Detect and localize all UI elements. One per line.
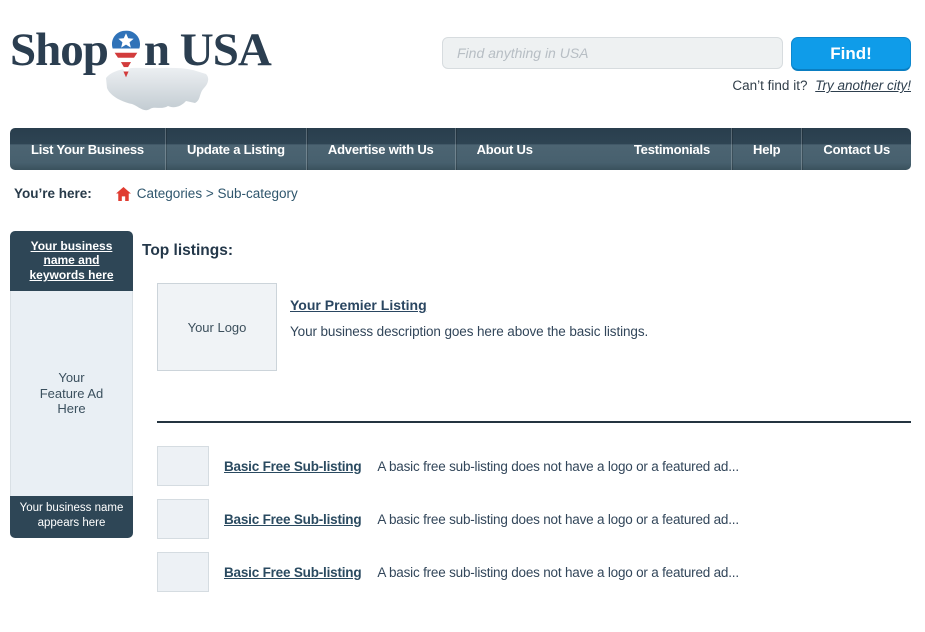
feature-ad-body[interactable]: Your Feature Ad Here [10, 291, 133, 496]
feature-ad-header-line: keywords here [14, 268, 129, 282]
feature-ad-header[interactable]: Your business name and keywords here [10, 231, 133, 291]
premier-listing-description: Your business description goes here abov… [290, 324, 850, 339]
map-pin-icon [109, 26, 143, 88]
breadcrumb-prefix: You’re here: [14, 186, 92, 201]
feature-ad-body-line: Feature Ad [40, 386, 104, 402]
cant-find-text: Can’t find it? [732, 78, 807, 93]
listing-thumbnail [157, 499, 209, 539]
feature-ad-sidebar[interactable]: Your business name and keywords here You… [10, 231, 133, 538]
top-listings-heading: Top listings: [142, 242, 233, 260]
listing-thumbnail [157, 446, 209, 486]
breadcrumb-path[interactable]: Categories > Sub-category [137, 186, 298, 201]
search-input[interactable] [442, 37, 783, 69]
feature-ad-footer-line: Your business name [12, 501, 131, 516]
feature-ad-footer-line: appears here [12, 516, 131, 531]
listing-row: Basic Free Sub-listing A basic free sub-… [157, 499, 911, 539]
feature-ad-footer: Your business name appears here [10, 496, 133, 538]
logo-word-usa: n USA [144, 20, 271, 80]
breadcrumb: You’re here: Categories > Sub-category [14, 186, 298, 201]
listing-thumbnail [157, 552, 209, 592]
listing-description: A basic free sub-listing does not have a… [377, 512, 739, 527]
nav-item-testimonials[interactable]: Testimonials [613, 128, 732, 170]
feature-ad-body-line: Your [40, 370, 104, 386]
nav-item-about-us[interactable]: About Us [456, 128, 554, 170]
feature-ad-body-line: Here [40, 401, 104, 417]
listing-description: A basic free sub-listing does not have a… [377, 459, 739, 474]
nav-spacer [554, 128, 613, 170]
nav-item-advertise-with-us[interactable]: Advertise with Us [307, 128, 456, 170]
logo-word-shop: Shop [10, 20, 108, 80]
home-icon[interactable] [116, 187, 131, 201]
nav-item-update-a-listing[interactable]: Update a Listing [166, 128, 307, 170]
listing-link[interactable]: Basic Free Sub-listing [224, 459, 361, 474]
premier-listing: Your Premier Listing Your business descr… [290, 297, 850, 339]
listing-description: A basic free sub-listing does not have a… [377, 565, 739, 580]
premier-logo-box: Your Logo [157, 283, 277, 371]
nav-item-list-your-business[interactable]: List Your Business [10, 128, 166, 170]
feature-ad-header-line: name and [14, 253, 129, 267]
basic-listings: Basic Free Sub-listing A basic free sub-… [157, 446, 911, 605]
listing-link[interactable]: Basic Free Sub-listing [224, 512, 361, 527]
nav-item-help[interactable]: Help [732, 128, 802, 170]
listing-row: Basic Free Sub-listing A basic free sub-… [157, 552, 911, 592]
premier-logo-text: Your Logo [188, 320, 247, 335]
premier-listing-link[interactable]: Your Premier Listing [290, 297, 427, 313]
nav-item-contact-us[interactable]: Contact Us [802, 128, 911, 170]
listing-link[interactable]: Basic Free Sub-listing [224, 565, 361, 580]
search-bar: Find! [442, 37, 911, 72]
feature-ad-header-line: Your business [14, 239, 129, 253]
listings-divider [157, 421, 911, 423]
listing-row: Basic Free Sub-listing A basic free sub-… [157, 446, 911, 486]
main-nav: List Your Business Update a Listing Adve… [10, 128, 911, 170]
find-button[interactable]: Find! [791, 37, 911, 71]
site-logo[interactable]: Shop n USA [10, 12, 290, 112]
try-another-city-link[interactable]: Try another city! [815, 78, 911, 93]
